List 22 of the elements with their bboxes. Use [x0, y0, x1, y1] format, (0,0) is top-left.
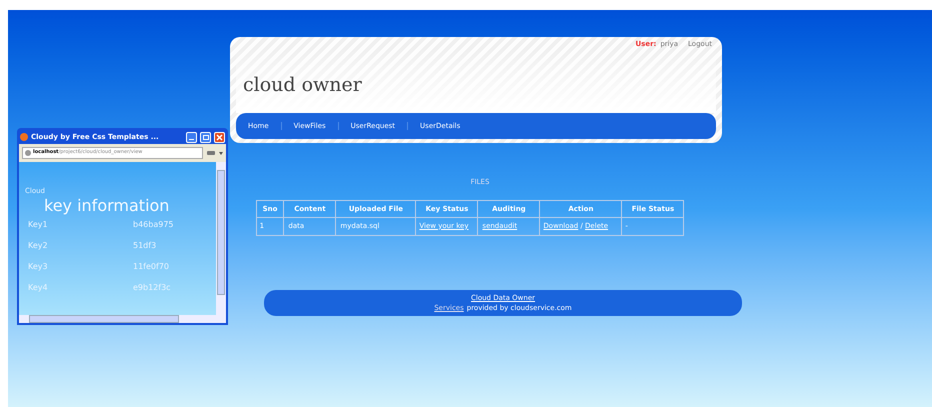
site-title: cloud owner	[243, 73, 362, 98]
horizontal-scrollbar[interactable]	[19, 315, 226, 323]
key-heading: key information	[44, 196, 170, 214]
key-value: e9b12f3c	[133, 282, 171, 294]
globe-icon	[25, 150, 31, 156]
minimize-button[interactable]	[186, 132, 197, 142]
vertical-scrollbar[interactable]	[216, 162, 226, 315]
close-icon	[216, 134, 223, 140]
scrollbar-thumb[interactable]	[217, 170, 225, 295]
scrollbar-thumb[interactable]	[29, 315, 179, 323]
close-button[interactable]	[214, 132, 225, 142]
key-name: Key3	[28, 260, 49, 272]
key-value: 11fe0f70	[133, 260, 170, 272]
caret-icon[interactable]	[219, 152, 223, 154]
maximize-button[interactable]	[200, 132, 211, 142]
tools-icon[interactable]	[207, 151, 215, 155]
key-name: Key2	[28, 240, 49, 252]
key-value: b46ba975	[133, 218, 174, 230]
browser-icon	[20, 133, 28, 141]
key-name: Key1	[28, 218, 49, 230]
key-value: 51df3	[133, 240, 156, 252]
key-name: Key4	[28, 282, 49, 294]
